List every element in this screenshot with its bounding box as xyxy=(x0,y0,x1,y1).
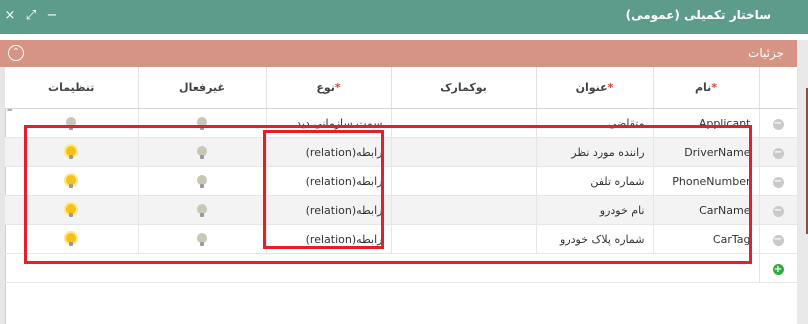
minimize-icon[interactable]: − xyxy=(46,8,58,23)
remove-row-icon[interactable]: − xyxy=(772,148,784,159)
section-title: جزئیات xyxy=(748,46,784,60)
add-row: + xyxy=(5,253,798,283)
column-header-actions xyxy=(759,67,798,109)
title-cell[interactable]: متقاضی xyxy=(536,108,654,138)
title-header-label: عنوان xyxy=(575,81,608,94)
empty-cell xyxy=(138,253,266,283)
close-icon[interactable]: × xyxy=(4,8,16,23)
settings-cell[interactable] xyxy=(5,137,139,167)
empty-cell xyxy=(266,253,391,283)
settings-bulb-icon[interactable] xyxy=(66,145,77,159)
column-header-inactive[interactable]: غیرفعال xyxy=(138,67,267,109)
bookmark-cell[interactable] xyxy=(391,137,537,167)
inactive-cell[interactable] xyxy=(138,166,267,196)
inactive-bulb-icon[interactable] xyxy=(197,116,207,130)
type-cell[interactable]: رابطه(relation) xyxy=(266,224,392,254)
name-cell[interactable]: CarName xyxy=(653,195,760,225)
inactive-cell[interactable] xyxy=(138,108,267,138)
remove-row-icon[interactable]: − xyxy=(772,119,784,130)
inactive-cell[interactable] xyxy=(138,195,267,225)
table-row[interactable]: سمت سازمانی دید... متقاضی Applicant − xyxy=(5,108,798,138)
remove-cell: − xyxy=(759,224,798,254)
type-cell[interactable]: رابطه(relation) xyxy=(266,195,392,225)
remove-cell: − xyxy=(759,166,798,196)
settings-cell[interactable] xyxy=(5,195,139,225)
window-titlebar: × ⤢ − ساختار تکمیلی (عمومی) xyxy=(0,0,808,34)
name-cell[interactable]: CarTag xyxy=(653,224,760,254)
empty-cell xyxy=(536,253,653,283)
remove-cell: − xyxy=(759,108,798,138)
right-scroll-strip xyxy=(797,40,808,324)
table-row[interactable]: رابطه(relation) شماره پلاک خودرو CarTag … xyxy=(5,224,798,254)
remove-cell: − xyxy=(759,195,798,225)
bookmark-cell[interactable] xyxy=(391,166,537,196)
empty-cell xyxy=(391,253,536,283)
add-cell: + xyxy=(759,253,798,283)
expand-icon[interactable]: ⤢ xyxy=(25,8,37,23)
settings-cell[interactable] xyxy=(5,224,139,254)
title-cell[interactable]: شماره پلاک خودرو xyxy=(536,224,654,254)
column-header-settings[interactable]: تنظیمات xyxy=(5,67,139,109)
name-header-label: نام xyxy=(694,81,712,94)
name-cell[interactable]: PhoneNumber xyxy=(653,166,760,196)
remove-row-icon[interactable]: − xyxy=(772,235,784,246)
required-mark: * xyxy=(334,81,341,94)
inactive-cell[interactable] xyxy=(138,224,267,254)
grid-header-row: تنظیمات غیرفعال نوع* بوکمارک عنوان* نام* xyxy=(5,67,798,109)
settings-bulb-icon[interactable] xyxy=(66,116,77,130)
inactive-cell[interactable] xyxy=(138,137,267,167)
empty-cell xyxy=(653,253,760,283)
table-row[interactable]: رابطه(relation) نام خودرو CarName − xyxy=(5,195,798,225)
inactive-bulb-icon[interactable] xyxy=(197,174,207,188)
name-cell[interactable]: Applicant xyxy=(653,108,760,138)
add-row-icon[interactable]: + xyxy=(772,263,784,275)
type-cell[interactable]: سمت سازمانی دید... xyxy=(266,108,392,138)
settings-cell[interactable] xyxy=(5,108,139,138)
title-cell[interactable]: نام خودرو xyxy=(536,195,654,225)
fields-grid: تنظیمات غیرفعال نوع* بوکمارک عنوان* نام*… xyxy=(5,67,798,283)
bookmark-cell[interactable] xyxy=(391,108,537,138)
required-mark: * xyxy=(711,81,718,94)
column-header-bookmark[interactable]: بوکمارک xyxy=(391,67,537,109)
remove-row-icon[interactable]: − xyxy=(772,177,784,188)
inactive-bulb-icon[interactable] xyxy=(197,203,207,217)
bookmark-cell[interactable] xyxy=(391,224,537,254)
type-cell[interactable]: رابطه(relation) xyxy=(266,166,392,196)
name-cell[interactable]: DriverName xyxy=(653,137,760,167)
inactive-bulb-icon[interactable] xyxy=(197,145,207,159)
title-cell[interactable]: شماره تلفن xyxy=(536,166,654,196)
table-row[interactable]: رابطه(relation) شماره تلفن PhoneNumber − xyxy=(5,166,798,196)
collapse-icon[interactable]: ⌃ xyxy=(8,45,24,61)
required-mark: * xyxy=(607,81,614,94)
inactive-bulb-icon[interactable] xyxy=(197,232,207,246)
settings-bulb-icon[interactable] xyxy=(66,232,77,246)
title-cell[interactable]: راننده مورد نظر xyxy=(536,137,654,167)
window-controls: × ⤢ − xyxy=(4,8,58,23)
remove-cell: − xyxy=(759,137,798,167)
window-title: ساختار تکمیلی (عمومی) xyxy=(625,8,771,22)
table-row[interactable]: رابطه(relation) راننده مورد نظر DriverNa… xyxy=(5,137,798,167)
settings-bulb-icon[interactable] xyxy=(66,203,77,217)
remove-row-icon[interactable]: − xyxy=(772,206,784,217)
type-cell[interactable]: رابطه(relation) xyxy=(266,137,392,167)
details-section-header[interactable]: ⌃ جزئیات xyxy=(0,40,797,67)
column-header-type[interactable]: نوع* xyxy=(266,67,392,109)
type-header-label: نوع xyxy=(316,81,335,94)
bookmark-cell[interactable] xyxy=(391,195,537,225)
column-header-name[interactable]: نام* xyxy=(653,67,760,109)
settings-bulb-icon[interactable] xyxy=(66,174,77,188)
settings-cell[interactable] xyxy=(5,166,139,196)
empty-cell xyxy=(5,253,138,283)
column-header-title[interactable]: عنوان* xyxy=(536,67,654,109)
